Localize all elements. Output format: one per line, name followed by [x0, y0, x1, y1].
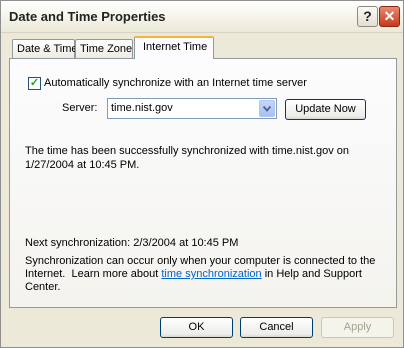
chevron-down-icon — [263, 106, 271, 112]
window-title: Date and Time Properties — [9, 9, 166, 24]
auto-sync-checkbox[interactable]: ✓ — [28, 77, 41, 90]
info-line-1: Synchronization can occur only when your… — [25, 255, 376, 267]
update-now-button[interactable]: Update Now — [285, 99, 366, 120]
info-line-2-prefix: Internet. Learn more about — [25, 268, 162, 280]
tab-time-zone[interactable]: Time Zone — [75, 39, 133, 58]
checkmark-icon: ✓ — [29, 77, 40, 89]
server-label: Server: — [62, 102, 98, 114]
server-select[interactable]: time.nist.gov — [107, 98, 277, 119]
dialog-window: Date and Time Properties ? ✕ Date & Time… — [0, 0, 404, 348]
tab-internet-time[interactable]: Internet Time — [134, 36, 214, 59]
title-bar[interactable]: Date and Time Properties ? ✕ — [1, 1, 403, 33]
info-line-3: Center. — [25, 281, 61, 293]
cancel-button[interactable]: Cancel — [240, 317, 313, 338]
server-select-value: time.nist.gov — [111, 102, 173, 114]
sync-status-line-2: 1/27/2004 at 10:45 PM. — [25, 159, 140, 171]
ok-button[interactable]: OK — [160, 317, 233, 338]
close-button[interactable]: ✕ — [379, 6, 400, 27]
info-line-2-suffix: in Help and Support — [261, 268, 362, 280]
auto-sync-label[interactable]: Automatically synchronize with an Intern… — [44, 77, 307, 89]
time-sync-help-link[interactable]: time synchronization — [161, 268, 261, 280]
dropdown-arrow-button[interactable] — [259, 100, 275, 117]
info-line-2: Internet. Learn more about time synchron… — [25, 268, 362, 280]
sync-status-line-1: The time has been successfully synchroni… — [25, 145, 350, 157]
help-button[interactable]: ? — [357, 6, 378, 27]
next-sync-text: Next synchronization: 2/3/2004 at 10:45 … — [25, 237, 239, 249]
tab-date-time[interactable]: Date & Time — [12, 39, 78, 58]
apply-button[interactable]: Apply — [321, 317, 394, 338]
